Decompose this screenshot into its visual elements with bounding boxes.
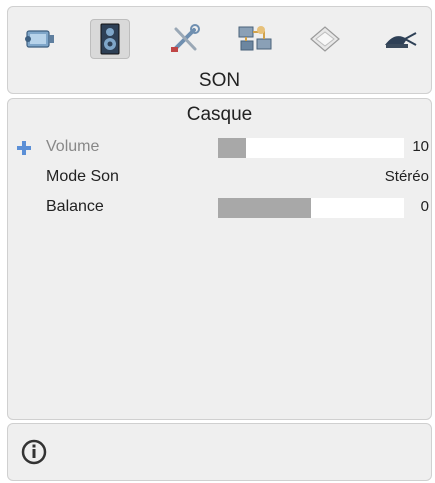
sound-mode-label: Mode Son xyxy=(46,168,119,185)
menu-title: SON xyxy=(198,70,241,91)
volume-slider-fill xyxy=(218,138,246,158)
volume-value: 10 xyxy=(412,138,429,155)
sound-mode-row[interactable]: Mode Son Stéréo xyxy=(8,166,431,192)
settings-tools-icon[interactable] xyxy=(165,19,205,59)
balance-label: Balance xyxy=(46,198,104,215)
submenu-title: Casque xyxy=(186,104,253,125)
balance-slider-fill xyxy=(218,198,311,218)
picture-icon[interactable] xyxy=(20,19,60,59)
menu-header-panel: SON xyxy=(7,6,432,94)
sound-speaker-icon[interactable] xyxy=(90,19,130,59)
footer-panel xyxy=(7,423,432,481)
balance-value: 0 xyxy=(420,198,429,215)
sound-mode-value: Stéréo xyxy=(384,168,429,185)
volume-label: Volume xyxy=(46,138,100,155)
network-icon[interactable] xyxy=(235,19,275,59)
media-disc-icon[interactable] xyxy=(305,19,345,59)
satellite-dish-icon[interactable] xyxy=(380,19,420,59)
volume-row[interactable]: Volume 10 xyxy=(8,136,431,162)
volume-slider[interactable] xyxy=(218,138,404,158)
balance-row[interactable]: Balance 0 xyxy=(8,196,431,222)
submenu-panel: Casque Volume 10 Mode Son Stéréo Balance… xyxy=(7,98,432,420)
balance-slider[interactable] xyxy=(218,198,404,218)
category-icon-row xyxy=(8,7,431,67)
selection-plus-icon xyxy=(17,141,31,155)
info-icon[interactable] xyxy=(21,439,47,465)
